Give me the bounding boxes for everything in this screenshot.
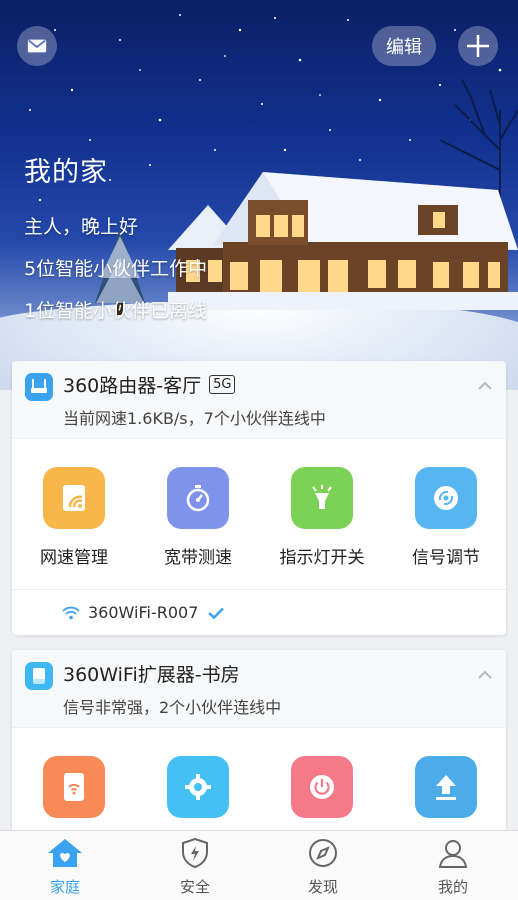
home-title: 我的家 bbox=[24, 157, 108, 188]
tab-discover[interactable]: 发现 bbox=[258, 831, 388, 900]
tab-mine[interactable]: 我的 bbox=[388, 831, 518, 900]
extender-icon bbox=[25, 662, 53, 690]
speed-manage-label: 网速管理 bbox=[40, 548, 108, 568]
router-collapse-button[interactable] bbox=[474, 375, 496, 397]
extender-collapse-button[interactable] bbox=[474, 664, 496, 686]
offline-count-text: 1位智能小伙伴已离线 bbox=[24, 300, 208, 322]
extender-wifi-button[interactable] bbox=[12, 756, 136, 818]
router-status: 当前网速1.6KB/s，7个小伙伴连线中 bbox=[63, 409, 326, 428]
broadband-test-label: 宽带测速 bbox=[164, 548, 232, 568]
mail-icon bbox=[27, 39, 47, 53]
mail-button[interactable] bbox=[17, 26, 57, 66]
chevron-up-icon bbox=[478, 381, 492, 390]
tab-home-label: 家庭 bbox=[49, 878, 80, 896]
gear-icon bbox=[167, 756, 229, 818]
shield-icon bbox=[182, 837, 208, 869]
add-device-button[interactable] bbox=[458, 26, 498, 66]
tab-security-label: 安全 bbox=[179, 878, 210, 896]
extender-status: 信号非常强，2个小伙伴连线中 bbox=[63, 698, 282, 717]
router-card-header[interactable]: 360路由器-客厅 5G 当前网速1.6KB/s，7个小伙伴连线中 bbox=[12, 361, 506, 439]
check-icon bbox=[208, 607, 225, 619]
extender-card: 360WiFi扩展器-书房 信号非常强，2个小伙伴连线中 bbox=[12, 650, 506, 850]
extender-power-button[interactable] bbox=[260, 756, 384, 818]
upload-icon bbox=[415, 756, 477, 818]
person-icon bbox=[438, 840, 468, 868]
extender-card-header[interactable]: 360WiFi扩展器-书房 信号非常强，2个小伙伴连线中 bbox=[12, 650, 506, 728]
plus-icon bbox=[467, 35, 489, 57]
router-icon bbox=[25, 373, 53, 401]
extender-name: 360WiFi扩展器-书房 bbox=[63, 660, 240, 687]
power-icon bbox=[291, 756, 353, 818]
band-badge: 5G bbox=[209, 375, 236, 394]
tab-discover-label: 发现 bbox=[307, 878, 338, 896]
compass-icon bbox=[309, 839, 337, 867]
signal-adjust-icon bbox=[415, 467, 477, 529]
router-card: 360路由器-客厅 5G 当前网速1.6KB/s，7个小伙伴连线中 网速管理 宽… bbox=[12, 361, 506, 635]
online-count-text: 5位智能小伙伴工作中 bbox=[24, 258, 208, 280]
signal-adjust-button[interactable]: 信号调节 bbox=[384, 467, 506, 568]
hero-banner: 编辑 我的家 主人，晚上好 5位智能小伙伴工作中 1位智能小伙伴已离线 bbox=[0, 0, 518, 390]
chevron-up-icon bbox=[478, 670, 492, 679]
extender-settings-button[interactable] bbox=[136, 756, 260, 818]
signal-adjust-label: 信号调节 bbox=[412, 548, 480, 568]
tab-home[interactable]: 家庭 bbox=[0, 831, 130, 900]
home-icon bbox=[48, 839, 82, 867]
stopwatch-icon bbox=[167, 467, 229, 529]
broadband-test-button[interactable]: 宽带测速 bbox=[136, 467, 260, 568]
speed-manage-button[interactable]: 网速管理 bbox=[12, 467, 136, 568]
extender-wifi-icon bbox=[43, 756, 105, 818]
wifi-network-row[interactable]: 360WiFi-R007 bbox=[12, 589, 506, 635]
indicator-light-label: 指示灯开关 bbox=[279, 548, 365, 568]
tab-mine-label: 我的 bbox=[437, 878, 468, 896]
edit-button[interactable]: 编辑 bbox=[372, 26, 436, 66]
wifi-name: 360WiFi-R007 bbox=[88, 603, 199, 622]
speed-manage-icon bbox=[43, 467, 105, 529]
router-functions: 网速管理 宽带测速 指示灯开关 信号调节 bbox=[12, 467, 506, 587]
indicator-light-icon bbox=[291, 467, 353, 529]
wifi-icon bbox=[62, 606, 80, 619]
house-illustration bbox=[168, 172, 518, 310]
extender-upgrade-button[interactable] bbox=[384, 756, 506, 818]
router-name: 360路由器-客厅 5G bbox=[63, 371, 236, 398]
tab-security[interactable]: 安全 bbox=[130, 831, 260, 900]
bottom-tab-bar: 家庭 安全 发现 我的 bbox=[0, 830, 518, 900]
extender-name-text: 360WiFi扩展器-书房 bbox=[63, 664, 240, 686]
router-name-text: 360路由器-客厅 bbox=[63, 375, 202, 397]
indicator-light-button[interactable]: 指示灯开关 bbox=[260, 467, 384, 568]
greeting-text: 主人，晚上好 bbox=[24, 216, 139, 238]
